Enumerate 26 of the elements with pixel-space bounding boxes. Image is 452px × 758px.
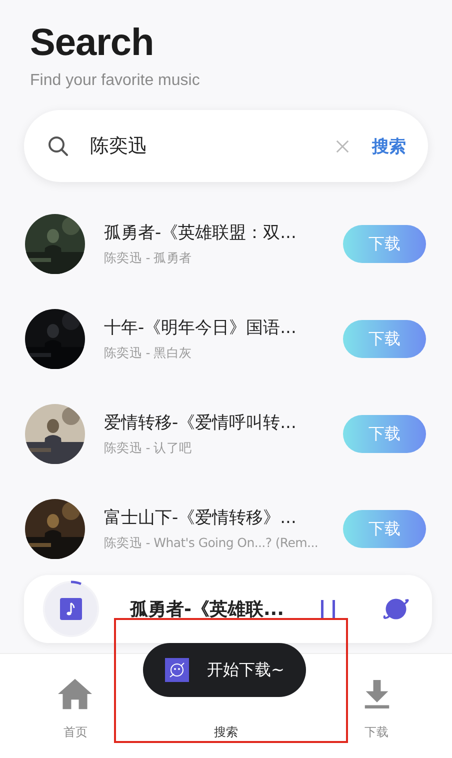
nav-tab[interactable]: 下载	[301, 674, 452, 758]
music-note-icon	[60, 598, 82, 620]
song-artist: 陈奕迅 - What's Going On...? (Rem...	[104, 535, 320, 552]
nav-tab[interactable]: 首页	[0, 674, 151, 758]
song-title: 孤勇者-《英雄联盟：双...	[104, 222, 298, 244]
now-playing-title: 孤勇者-《英雄联...	[130, 598, 285, 621]
toast-message: 开始下载~	[207, 660, 284, 680]
search-icon	[46, 134, 70, 158]
pause-icon[interactable]	[320, 599, 336, 619]
download-button[interactable]: 下载	[343, 415, 426, 453]
song-artist: 陈奕迅 - 认了吧	[104, 440, 193, 457]
search-field[interactable]: 陈奕迅 搜索	[24, 110, 428, 182]
song-artist: 陈奕迅 - 黑白灰	[104, 345, 193, 362]
download-button[interactable]: 下载	[343, 225, 426, 263]
home-icon	[56, 677, 94, 711]
song-title: 富士山下-《爱情转移》...	[104, 507, 298, 529]
song-artist: 陈奕迅 - 孤勇者	[104, 250, 193, 267]
song-title: 十年-《明年今日》国语...	[104, 317, 298, 339]
page-title: Search	[30, 22, 155, 64]
search-button[interactable]: 搜索	[372, 134, 406, 158]
page-subtitle: Find your favorite music	[30, 72, 201, 90]
song-title: 爱情转移-《爱情呼叫转...	[104, 412, 298, 434]
robot-icon	[165, 658, 189, 682]
download-button[interactable]: 下载	[343, 510, 426, 548]
download-button[interactable]: 下载	[343, 320, 426, 358]
download-icon	[362, 678, 391, 710]
